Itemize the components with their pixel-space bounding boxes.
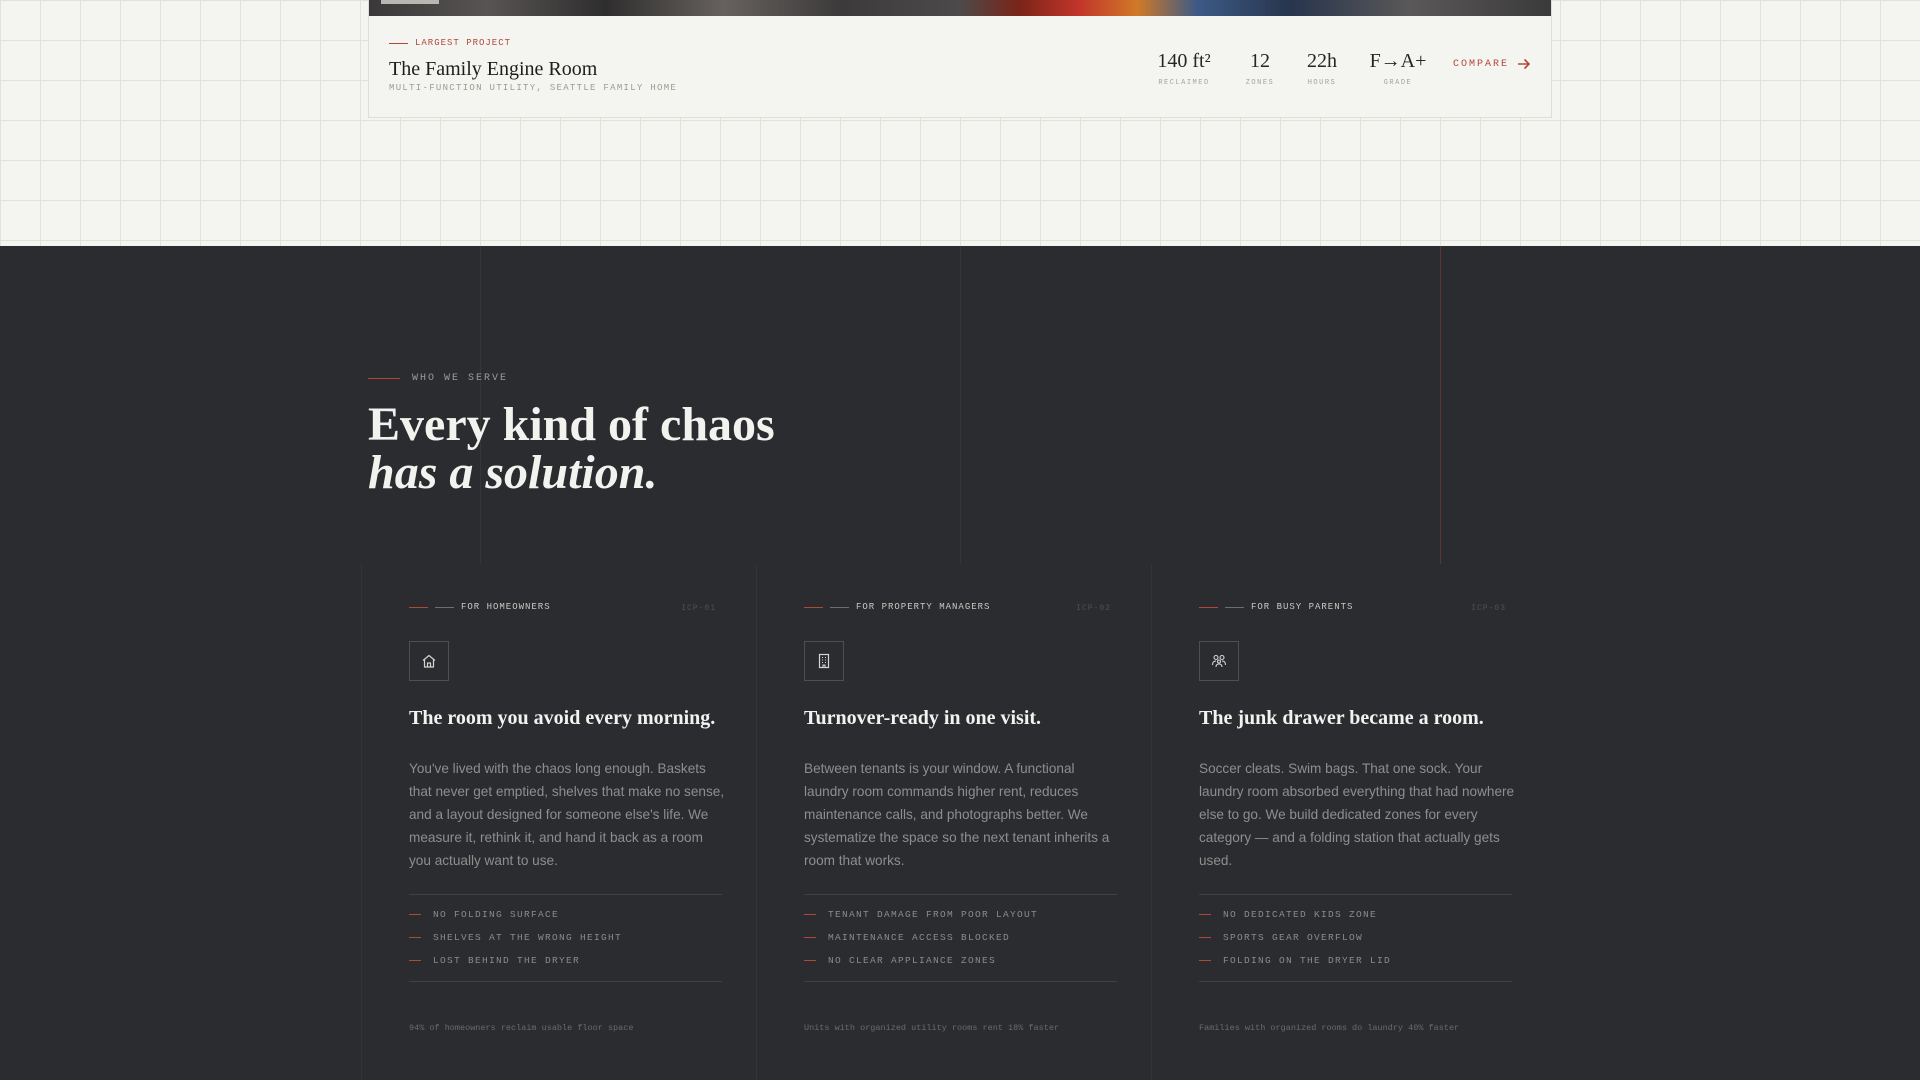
card-tag-label: FOR PROPERTY MANAGERS xyxy=(856,602,991,612)
stat-grade: F→A+ GRADE xyxy=(1360,50,1436,87)
pain-point: SPORTS GEAR OVERFLOW xyxy=(1199,926,1512,949)
pain-dash xyxy=(1199,914,1211,915)
card-busy-parents: FOR BUSY PARENTS ICP-03 The junk drawer … xyxy=(1151,564,1546,1080)
card-title: The junk drawer became a room. xyxy=(1199,707,1484,729)
audience-cards: FOR HOMEOWNERS ICP-01 The room you avoid… xyxy=(361,564,1557,1080)
who-we-serve-section: WHO WE SERVE Every kind of chaos has a s… xyxy=(0,246,1920,1080)
stat-reclaimed: 140 ft² RECLAIMED xyxy=(1139,50,1229,87)
card-icon-box xyxy=(804,641,844,681)
pain-point: TENANT DAMAGE FROM POOR LAYOUT xyxy=(804,903,1117,926)
pain-points-list: TENANT DAMAGE FROM POOR LAYOUT MAINTENAN… xyxy=(804,894,1117,982)
pain-dash xyxy=(409,960,421,961)
pain-dash xyxy=(804,960,816,961)
pain-point: NO CLEAR APPLIANCE ZONES xyxy=(804,949,1117,972)
pain-text: NO CLEAR APPLIANCE ZONES xyxy=(828,955,997,966)
card-tag-label: FOR BUSY PARENTS xyxy=(1251,602,1354,612)
compare-link[interactable]: COMPARE xyxy=(1453,58,1531,70)
family-icon xyxy=(1211,654,1227,668)
card-body: You've lived with the chaos long enough.… xyxy=(409,761,725,868)
tag-dash xyxy=(435,606,454,608)
project-title: The Family Engine Room xyxy=(389,58,598,80)
stat-value: 22h xyxy=(1307,50,1337,72)
pain-text: TENANT DAMAGE FROM POOR LAYOUT xyxy=(828,909,1039,920)
eyebrow-dash xyxy=(389,42,408,44)
pain-text: NO FOLDING SURFACE xyxy=(433,909,560,920)
stat-label: RECLAIMED xyxy=(1158,79,1210,87)
headline-line-2: has a solution. xyxy=(368,446,658,499)
pain-dash xyxy=(1199,937,1211,938)
stat-value: 12 xyxy=(1250,50,1270,72)
stat-value: F→A+ xyxy=(1369,50,1427,72)
card-title: The room you avoid every morning. xyxy=(409,707,716,729)
stat-value: 140 ft² xyxy=(1157,50,1211,72)
card-code: ICP-03 xyxy=(1471,604,1506,613)
card-footnote: 94% of homeowners reclaim usable floor s… xyxy=(409,1023,634,1033)
pain-dash xyxy=(804,937,816,938)
card-tag-label: FOR HOMEOWNERS xyxy=(461,602,551,612)
card-footnote: Families with organized rooms do laundry… xyxy=(1199,1023,1460,1033)
stat-zones: 12 ZONES xyxy=(1230,50,1290,87)
building-icon xyxy=(818,653,830,669)
card-icon-box xyxy=(1199,641,1239,681)
pain-point: LOST BEHIND THE DRYER xyxy=(409,949,722,972)
stat-hours: 22h HOURS xyxy=(1292,50,1352,87)
project-card[interactable]: LARGEST PROJECT The Family Engine Room M… xyxy=(368,0,1552,118)
pain-points-list: NO FOLDING SURFACE SHELVES AT THE WRONG … xyxy=(409,894,722,982)
card-footnote: Units with organized utility rooms rent … xyxy=(804,1023,1060,1033)
pain-dash xyxy=(804,914,816,915)
top-grid-section: LARGEST PROJECT The Family Engine Room M… xyxy=(0,0,1920,246)
compare-label: COMPARE xyxy=(1453,58,1510,70)
project-eyebrow: LARGEST PROJECT xyxy=(389,38,511,48)
tag-dash xyxy=(830,606,849,608)
pain-text: FOLDING ON THE DRYER LID xyxy=(1223,955,1392,966)
pain-dash xyxy=(409,914,421,915)
card-tag: FOR BUSY PARENTS xyxy=(1199,602,1353,612)
card-homeowners: FOR HOMEOWNERS ICP-01 The room you avoid… xyxy=(361,564,756,1080)
card-icon-box xyxy=(409,641,449,681)
pain-points-list: NO DEDICATED KIDS ZONE SPORTS GEAR OVERF… xyxy=(1199,894,1512,982)
pain-point: FOLDING ON THE DRYER LID xyxy=(1199,949,1512,972)
card-tag: FOR PROPERTY MANAGERS xyxy=(804,602,990,612)
pain-point: MAINTENANCE ACCESS BLOCKED xyxy=(804,926,1117,949)
tag-dash-accent xyxy=(1199,606,1218,608)
tag-dash xyxy=(1225,606,1244,608)
tag-dash-accent xyxy=(409,606,428,608)
tag-dash-accent xyxy=(804,606,823,608)
section-headline: Every kind of chaos has a solution. xyxy=(368,401,775,497)
stat-label: GRADE xyxy=(1383,79,1413,87)
pain-dash xyxy=(409,937,421,938)
card-code: ICP-01 xyxy=(681,604,716,613)
pain-point: NO FOLDING SURFACE xyxy=(409,903,722,926)
stat-label: ZONES xyxy=(1245,79,1275,87)
pain-text: SHELVES AT THE WRONG HEIGHT xyxy=(433,932,623,943)
project-eyebrow-label: LARGEST PROJECT xyxy=(415,38,512,48)
card-body: Between tenants is your window. A functi… xyxy=(804,761,1110,868)
image-tab-marker xyxy=(381,0,439,4)
pain-dash xyxy=(1199,960,1211,961)
card-title: Turnover-ready in one visit. xyxy=(804,707,1042,729)
project-subtitle: MULTI-FUNCTION UTILITY, SEATTLE FAMILY H… xyxy=(389,83,678,93)
pain-text: SPORTS GEAR OVERFLOW xyxy=(1223,932,1364,943)
section-eyebrow: WHO WE SERVE xyxy=(368,373,508,384)
house-icon xyxy=(422,654,436,668)
section-eyebrow-label: WHO WE SERVE xyxy=(412,373,509,384)
card-property-managers: FOR PROPERTY MANAGERS ICP-02 Turnover-re… xyxy=(756,564,1151,1080)
eyebrow-dash xyxy=(368,378,400,379)
pain-text: LOST BEHIND THE DRYER xyxy=(433,955,581,966)
project-image-strip xyxy=(369,0,1551,16)
card-tag: FOR HOMEOWNERS xyxy=(409,602,551,612)
pain-point: NO DEDICATED KIDS ZONE xyxy=(1199,903,1512,926)
pain-text: NO DEDICATED KIDS ZONE xyxy=(1223,909,1378,920)
pain-text: MAINTENANCE ACCESS BLOCKED xyxy=(828,932,1011,943)
pain-point: SHELVES AT THE WRONG HEIGHT xyxy=(409,926,722,949)
card-body: Soccer cleats. Swim bags. That one sock.… xyxy=(1199,761,1515,868)
card-code: ICP-02 xyxy=(1076,604,1111,613)
stat-label: HOURS xyxy=(1307,79,1337,87)
arrow-right-icon xyxy=(1518,58,1531,70)
headline-line-1: Every kind of chaos xyxy=(368,398,775,451)
